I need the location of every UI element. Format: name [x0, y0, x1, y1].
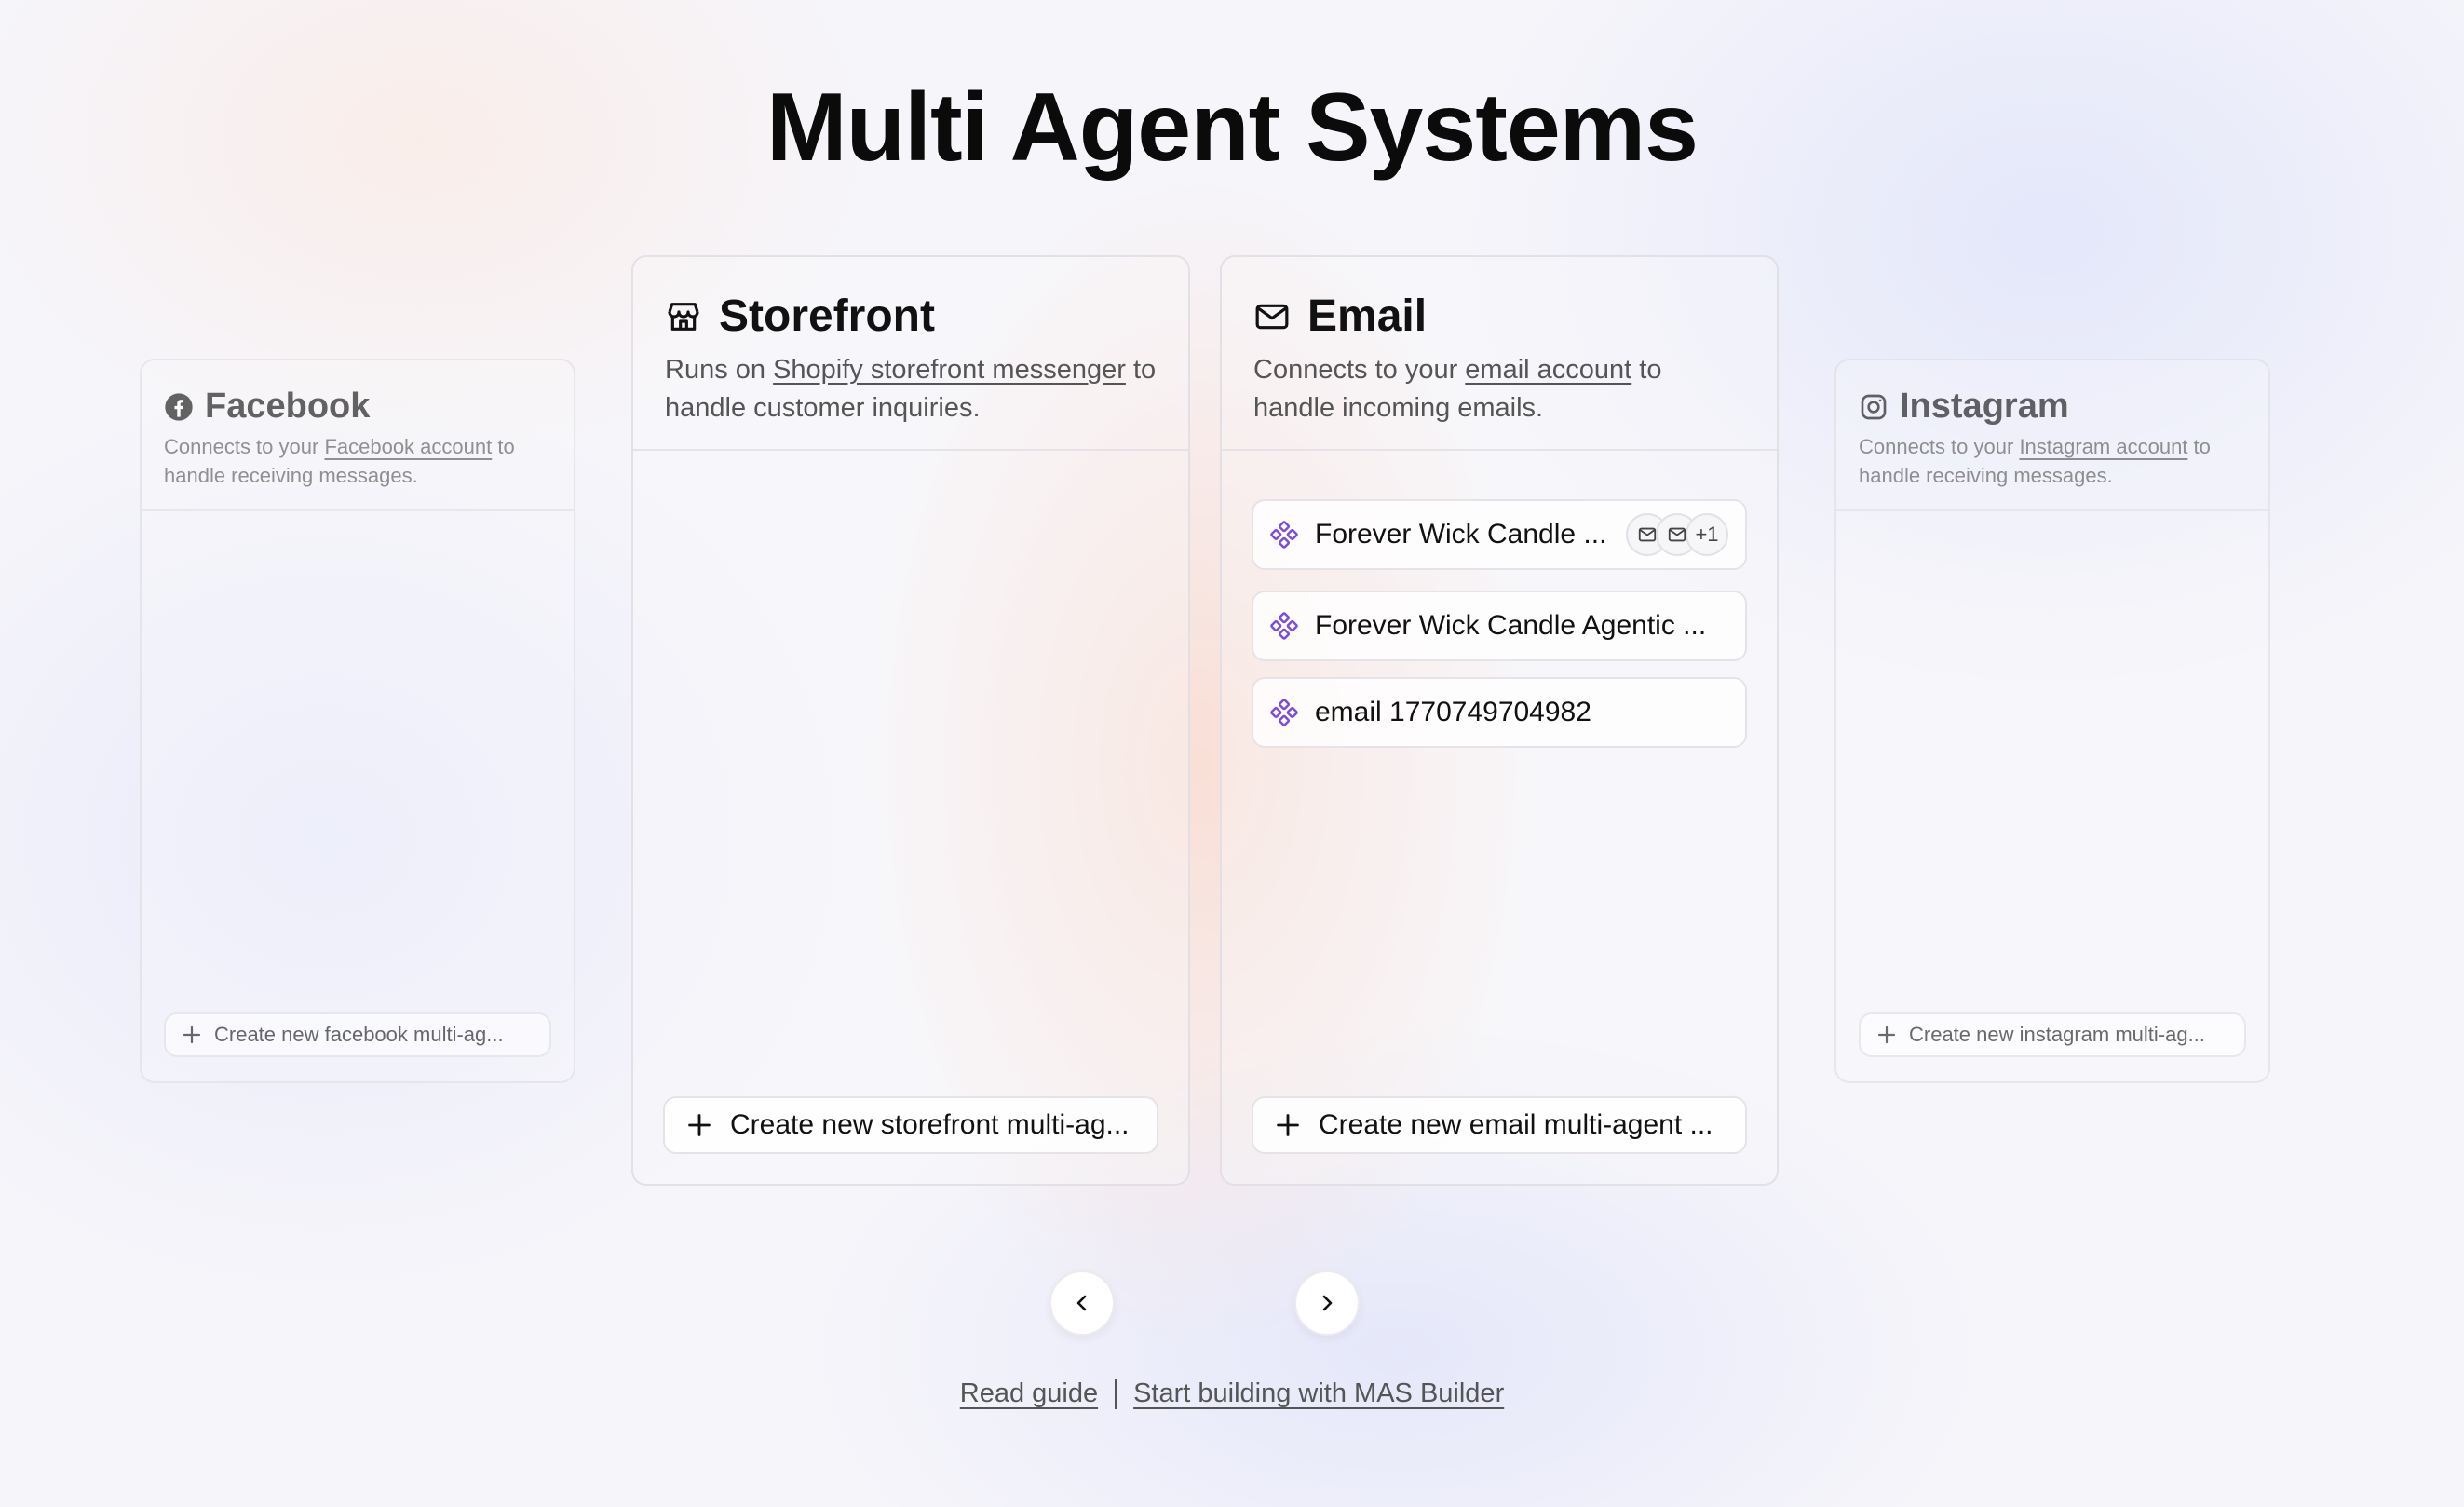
chevron-right-icon — [1316, 1292, 1338, 1314]
facebook-title: Facebook — [205, 387, 371, 426]
create-facebook-label: Create new facebook multi-ag... — [214, 1023, 504, 1046]
extra-channels-count: +1 — [1686, 513, 1728, 556]
create-instagram-label: Create new instagram multi-ag... — [1909, 1023, 2205, 1046]
storefront-card: Storefront Runs on Shopify storefront me… — [631, 255, 1190, 1186]
agent-network-icon — [1270, 699, 1298, 726]
email-description: Connects to your email account to handle… — [1253, 355, 1662, 423]
plus-icon — [1877, 1025, 1896, 1044]
store-icon — [665, 298, 702, 335]
email-card-header: Email Connects to your email account to … — [1222, 257, 1777, 451]
mas-builder-link[interactable]: Start building with MAS Builder — [1133, 1378, 1504, 1409]
carousel-next-button[interactable] — [1294, 1270, 1360, 1336]
email-card: Email Connects to your email account to … — [1220, 255, 1779, 1186]
instagram-card-header: Instagram Connects to your Instagram acc… — [1836, 360, 2268, 511]
chevron-left-icon — [1071, 1292, 1093, 1314]
instagram-account-link[interactable]: Instagram account — [2019, 435, 2187, 458]
channel-stack: +1 — [1626, 513, 1728, 556]
instagram-icon — [1859, 392, 1889, 422]
storefront-card-header: Storefront Runs on Shopify storefront me… — [633, 257, 1188, 451]
email-title: Email — [1307, 292, 1428, 341]
agent-name: Forever Wick Candle ... — [1315, 519, 1607, 550]
agent-network-icon — [1270, 521, 1298, 549]
create-instagram-mas-button[interactable]: Create new instagram multi-ag... — [1859, 1012, 2246, 1057]
plus-icon — [183, 1025, 201, 1044]
list-item[interactable]: Forever Wick Candle Agentic ... — [1252, 591, 1747, 661]
facebook-card: Facebook Connects to your Facebook accou… — [140, 359, 575, 1083]
create-storefront-label: Create new storefront multi-ag... — [730, 1109, 1130, 1140]
facebook-icon — [164, 392, 194, 422]
create-email-mas-button[interactable]: Create new email multi-agent ... — [1252, 1096, 1747, 1154]
facebook-card-header: Facebook Connects to your Facebook accou… — [142, 360, 574, 511]
agent-network-icon — [1270, 612, 1298, 640]
instagram-description: Connects to your Instagram account to ha… — [1859, 435, 2211, 487]
page-title: Multi Agent Systems — [766, 74, 1699, 182]
read-guide-link[interactable]: Read guide — [960, 1378, 1098, 1409]
storefront-title: Storefront — [719, 292, 935, 341]
list-item[interactable]: email 1770749704982 — [1252, 677, 1747, 748]
storefront-description: Runs on Shopify storefront messenger to … — [665, 355, 1157, 423]
instagram-card: Instagram Connects to your Instagram acc… — [1834, 359, 2270, 1083]
agent-name: email 1770749704982 — [1315, 697, 1591, 727]
carousel-prev-button[interactable] — [1049, 1270, 1115, 1336]
mail-icon — [1253, 298, 1291, 335]
shopify-messenger-link[interactable]: Shopify storefront messenger — [773, 355, 1126, 385]
create-email-label: Create new email multi-agent ... — [1319, 1109, 1713, 1140]
footer-links: Read guide Start building with MAS Build… — [0, 1378, 2464, 1409]
facebook-description: Connects to your Facebook account to han… — [164, 435, 515, 487]
plus-icon — [1276, 1113, 1300, 1137]
divider — [1115, 1378, 1117, 1409]
list-item[interactable]: Forever Wick Candle ... +1 — [1252, 499, 1747, 570]
instagram-title: Instagram — [1900, 387, 2069, 426]
email-account-link[interactable]: email account — [1465, 355, 1631, 385]
facebook-account-link[interactable]: Facebook account — [324, 435, 492, 458]
agent-name: Forever Wick Candle Agentic ... — [1315, 610, 1707, 641]
create-storefront-mas-button[interactable]: Create new storefront multi-ag... — [663, 1096, 1158, 1154]
create-facebook-mas-button[interactable]: Create new facebook multi-ag... — [164, 1012, 551, 1057]
plus-icon — [687, 1113, 711, 1137]
